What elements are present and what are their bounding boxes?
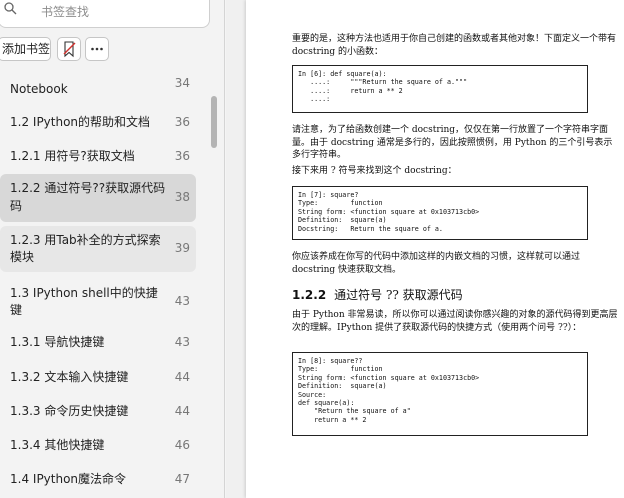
toc-item-1-2-3[interactable]: 1.2.3 用Tab补全的方式探索 模块 39: [0, 226, 196, 272]
toc-item-label-line2: 模块: [10, 250, 35, 264]
search-icon: [4, 2, 17, 15]
section-heading: 1.2.2 通过符号 ?? 获取源代码: [292, 287, 463, 303]
toc-item-1-4[interactable]: 1.4 IPython魔法命令 47: [0, 467, 196, 491]
toc-item-label: 1.2.3 用Tab补全的方式探索: [10, 233, 161, 247]
search-placeholder: 书签查找: [41, 5, 90, 19]
toc-item-label: 1.2.2 通过符号??获取源代码: [10, 181, 166, 195]
sidebar-scrollbar[interactable]: [211, 96, 217, 148]
toc-item-page: 43: [174, 335, 190, 349]
toc-item-1-3-2[interactable]: 1.3.2 文本输入快捷键 44: [0, 365, 196, 389]
toc-item-label: Notebook: [10, 82, 68, 96]
code-block: In [7]: square? Type: function String fo…: [292, 186, 588, 240]
add-bookmark-button[interactable]: 添加书签: [0, 37, 51, 61]
toc-item-label: 1.3.4 其他快捷键: [10, 438, 105, 452]
toc-item-label-line2: 码: [10, 199, 23, 213]
toc-item-label: 1.3.1 导航快捷键: [10, 335, 105, 349]
toc-item-label-line2: 键: [10, 303, 23, 317]
more-options-button[interactable]: [85, 37, 109, 61]
section-title: 通过符号 ?? 获取源代码: [334, 288, 463, 302]
bookmark-search-input[interactable]: 书签查找: [0, 0, 210, 28]
toc-item-page: 36: [174, 115, 190, 129]
toc-item-page: 36: [174, 149, 190, 163]
toc-item-1-3-3[interactable]: 1.3.3 命令历史快捷键 44: [0, 399, 196, 423]
toc-item-page: 38: [174, 190, 190, 204]
code-block: In [8]: square?? Type: function String f…: [292, 352, 588, 436]
remove-bookmark-button[interactable]: [57, 37, 81, 61]
paragraph: 你应该养成在你写的代码中添加这样的内嵌文档的习惯，这样就可以通过 docstri…: [292, 252, 581, 275]
paragraph: 请注意，为了给函数创建一个 docstring，仅仅在第一行放置了一个字符串字面…: [292, 125, 613, 160]
paragraph: 重要的是，这种方法也适用于你自己创建的函数或者其他对象！下面定义一个带有 doc…: [292, 34, 617, 57]
bookmark-sidebar: 书签查找 添加书签 Notebook 34 1.2 IPython的帮助和文档 …: [0, 0, 225, 498]
paragraph: 接下来用 ? 符号来找到这个 docstring：: [292, 166, 457, 176]
toc-item-label: 1.2.1 用符号?获取文档: [10, 149, 135, 163]
toc-item-page: 46: [174, 438, 190, 452]
toc-item-page: 44: [174, 370, 190, 384]
toc-item-1-2-1[interactable]: 1.2.1 用符号?获取文档 36: [0, 144, 196, 168]
toc-item-label: 1.2 IPython的帮助和文档: [10, 115, 151, 129]
document-page: 重要的是，这种方法也适用于你自己创建的函数或者其他对象！下面定义一个带有 doc…: [246, 0, 624, 498]
toc-item-label: 1.3.2 文本输入快捷键: [10, 370, 129, 384]
toc-item-page: 43: [174, 294, 190, 308]
toc-item-label: 1.3.3 命令历史快捷键: [10, 404, 129, 418]
toc-item-1-3-1[interactable]: 1.3.1 导航快捷键 43: [0, 330, 196, 354]
more-horizontal-icon: [91, 47, 103, 51]
toc-item-1-3[interactable]: 1.3 IPython shell中的快捷 键 43: [0, 280, 196, 322]
toc-item-label: 1.4 IPython魔法命令: [10, 472, 127, 486]
toc-item-notebook[interactable]: Notebook 34: [0, 72, 196, 102]
toc-item-label: 1.3 IPython shell中的快捷: [10, 286, 158, 300]
bookmark-remove-icon: [63, 41, 76, 58]
paragraph: 由于 Python 非常易读，所以你可以通过阅读你感兴趣的对象的源代码得到更高层…: [292, 310, 618, 333]
toc-item-page: 44: [174, 404, 190, 418]
document-view[interactable]: 重要的是，这种方法也适用于你自己创建的函数或者其他对象！下面定义一个带有 doc…: [226, 0, 624, 498]
toc-item-page: 34: [174, 76, 190, 90]
section-number: 1.2.2: [292, 288, 327, 302]
toc-item-page: 47: [174, 472, 190, 486]
toc-item-1-2-2[interactable]: 1.2.2 通过符号??获取源代码 码 38: [0, 174, 196, 222]
toc-item-1-2[interactable]: 1.2 IPython的帮助和文档 36: [0, 110, 196, 134]
toc-item-page: 39: [174, 241, 190, 255]
toc-item-1-3-4[interactable]: 1.3.4 其他快捷键 46: [0, 433, 196, 457]
code-block: In [6]: def square(a): ....: """Return t…: [292, 65, 588, 113]
